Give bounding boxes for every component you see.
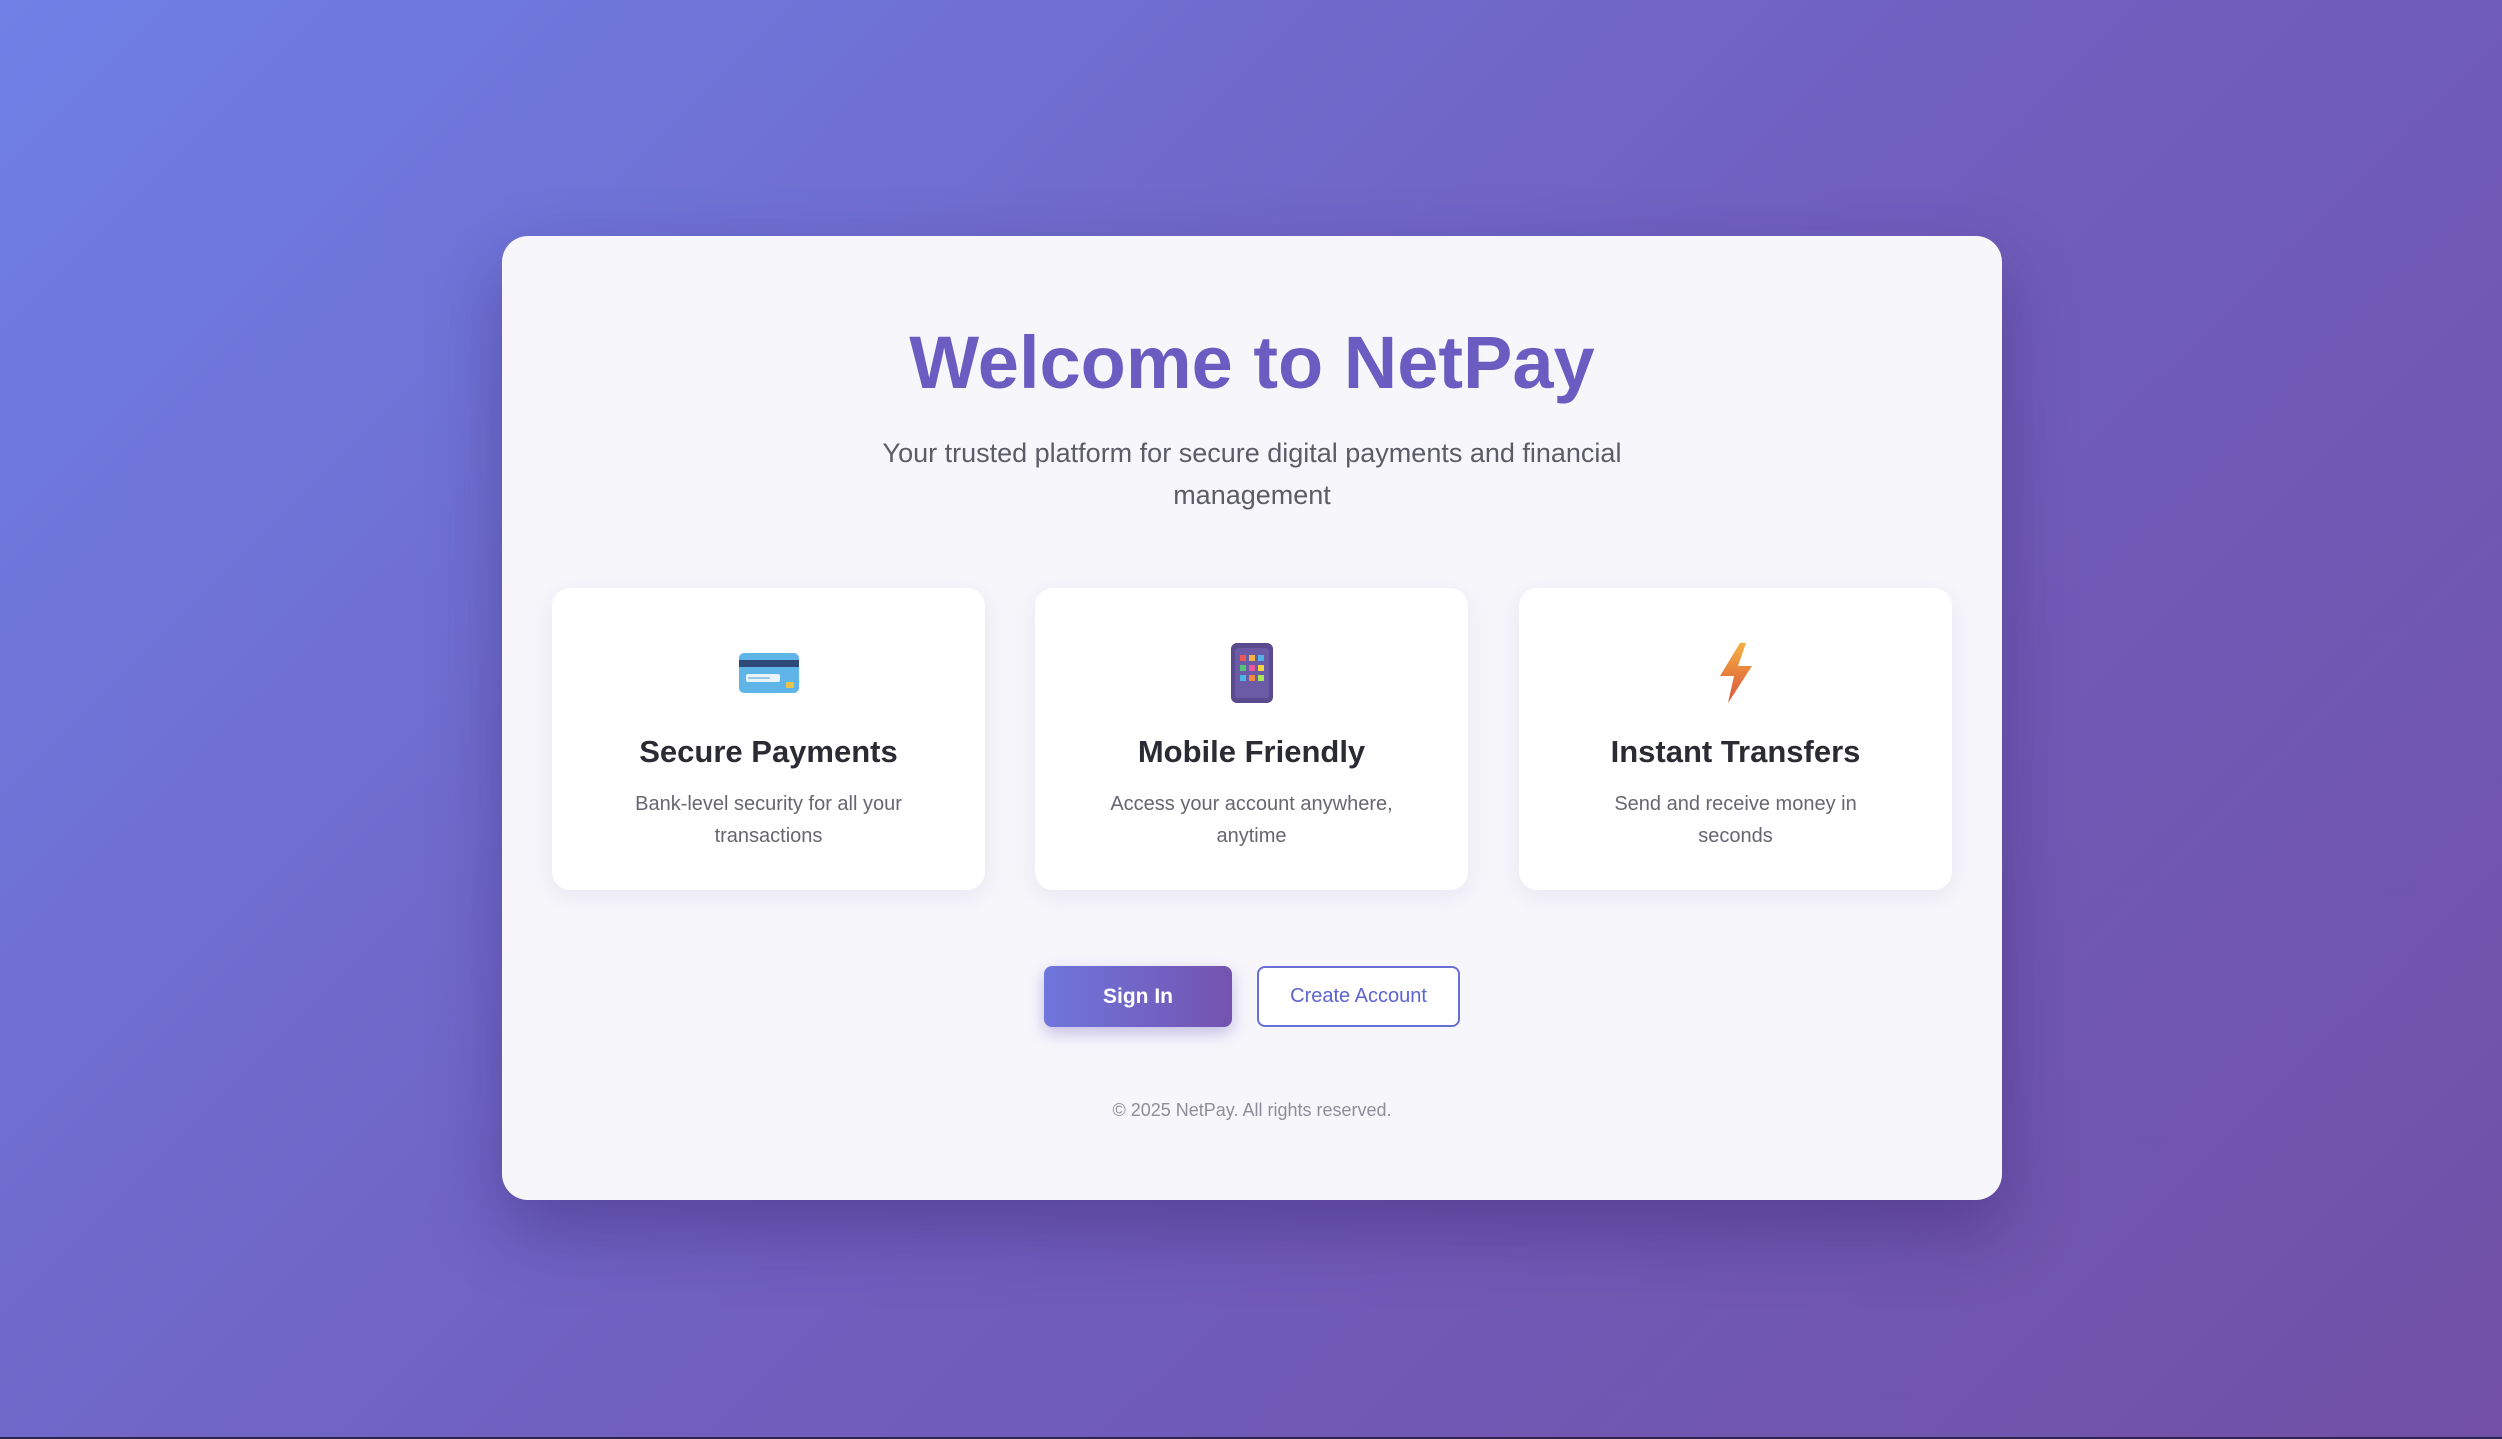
page-title: Welcome to NetPay [909, 321, 1595, 404]
feature-title: Mobile Friendly [1137, 734, 1366, 769]
feature-description: Bank-level security for all your transac… [635, 793, 902, 847]
footer-copyright: © 2025 NetPay. All rights reserved. [1112, 1100, 1392, 1120]
feature-card-instant-transfers: Instant Transfers Send and receive money… [1519, 588, 1952, 890]
page-subtitle: Your trusted platform for secure digital… [882, 438, 1622, 510]
mobile-phone-icon [1035, 640, 1468, 706]
lightning-icon [1519, 640, 1952, 706]
feature-card-mobile-friendly: Mobile Friendly Access your account anyw… [1035, 588, 1468, 890]
sign-in-button[interactable]: Sign In [1044, 966, 1232, 1027]
feature-description: Access your account anywhere, anytime [1110, 793, 1393, 847]
welcome-card: Welcome to NetPay Your trusted platform … [502, 236, 2002, 1200]
feature-card-secure-payments: Secure Payments Bank-level security for … [552, 588, 985, 890]
feature-title: Instant Transfers [1610, 734, 1861, 769]
feature-title: Secure Payments [639, 734, 898, 769]
credit-card-icon [552, 640, 985, 706]
create-account-button[interactable]: Create Account [1257, 966, 1460, 1027]
feature-description: Send and receive money in seconds [1614, 793, 1857, 847]
